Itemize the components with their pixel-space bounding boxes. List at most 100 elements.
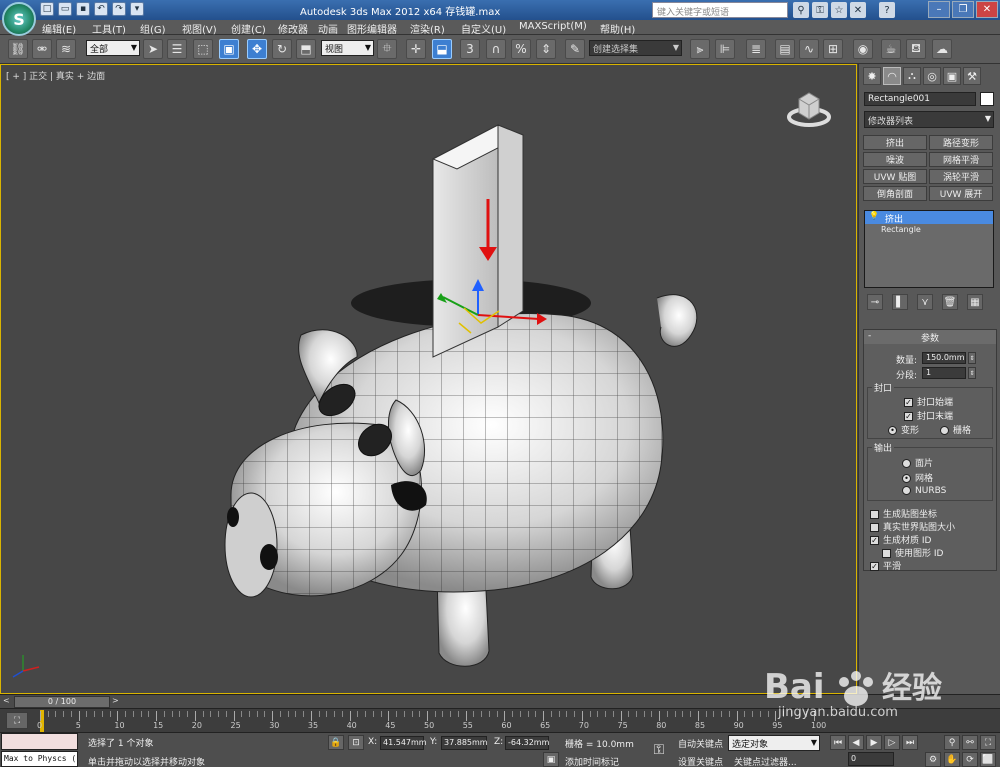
- next-key-icon[interactable]: ▷: [884, 735, 900, 750]
- menu-create[interactable]: 创建(C): [231, 21, 266, 36]
- ribbon-icon[interactable]: ▤: [775, 39, 795, 59]
- gen-map-coords-checkbox[interactable]: 生成贴图坐标: [870, 507, 937, 520]
- mesh-radio[interactable]: • 网格: [902, 471, 933, 484]
- hierarchy-tab-icon[interactable]: ⛬: [903, 67, 921, 85]
- key-icon[interactable]: ⚿: [812, 2, 828, 18]
- binoculars-icon[interactable]: ⚲: [793, 2, 809, 18]
- search-input[interactable]: 键入关键字或短语: [652, 2, 788, 18]
- menu-graph-editors[interactable]: 图形编辑器: [347, 21, 397, 36]
- grid-radio[interactable]: 栅格: [940, 423, 971, 436]
- spinner-snap-icon[interactable]: ⇕: [536, 39, 556, 59]
- orbit-icon[interactable]: ⟳: [962, 752, 978, 767]
- prev-key-icon[interactable]: ◀: [848, 735, 864, 750]
- app-logo-icon[interactable]: S: [2, 2, 36, 36]
- time-config-icon[interactable]: ⚙: [925, 752, 941, 767]
- pin-stack-icon[interactable]: ⊸: [867, 294, 883, 310]
- align-icon[interactable]: ⊫: [715, 39, 735, 59]
- goto-start-icon[interactable]: ⏮: [830, 735, 846, 750]
- mod-button-extrude[interactable]: 挤出: [863, 135, 927, 150]
- render-production-icon[interactable]: ☁: [932, 39, 952, 59]
- menu-help[interactable]: 帮助(H): [600, 21, 635, 36]
- stack-item-rectangle[interactable]: Rectangle: [865, 224, 993, 236]
- time-slider[interactable]: < 0 / 100 >: [0, 694, 1000, 708]
- maxscript-listener-top[interactable]: [1, 733, 78, 750]
- manipulate-icon[interactable]: ✛: [406, 39, 426, 59]
- key-filters-button[interactable]: 关键点过滤器...: [734, 755, 797, 767]
- morph-radio[interactable]: • 变形: [888, 423, 919, 436]
- amount-spinner-arrows[interactable]: ⇕: [968, 352, 976, 364]
- tools-icon[interactable]: ✕: [850, 2, 866, 18]
- cap-end-checkbox[interactable]: ✓ 封口末端: [904, 409, 953, 422]
- snap-3d-icon[interactable]: 3: [460, 39, 480, 59]
- object-color-swatch[interactable]: [980, 92, 994, 106]
- select-by-name-icon[interactable]: ☰: [167, 39, 187, 59]
- material-editor-icon[interactable]: ◉: [853, 39, 873, 59]
- set-key-icon[interactable]: ⚿: [648, 741, 670, 759]
- select-move-icon[interactable]: ✥: [247, 39, 267, 59]
- ref-coord-dropdown[interactable]: 视图: [321, 40, 374, 56]
- mod-button-unwrap-uvw[interactable]: UVW 展开: [929, 186, 993, 201]
- menu-tools[interactable]: 工具(T): [92, 21, 126, 36]
- window-crossing-icon[interactable]: ▣: [219, 39, 239, 59]
- gen-mat-ids-checkbox[interactable]: ✓ 生成材质 ID: [870, 533, 931, 546]
- track-bar[interactable]: ⛶ 0 5 10 15 20 25 30 35 40 45 50 55 60 65 70 75 80 85 90 95…: [0, 708, 1000, 732]
- edit-named-sel-icon[interactable]: ✎: [565, 39, 585, 59]
- display-tab-icon[interactable]: ▣: [943, 67, 961, 85]
- show-end-result-icon[interactable]: ▌: [892, 294, 908, 310]
- scene-canvas[interactable]: [1, 65, 857, 694]
- motion-tab-icon[interactable]: ◎: [923, 67, 941, 85]
- mirror-icon[interactable]: ⫸: [690, 39, 710, 59]
- layer-manager-icon[interactable]: ≣: [746, 39, 766, 59]
- restore-button[interactable]: ❐: [952, 1, 974, 18]
- maximize-viewport-icon[interactable]: ⬜: [980, 752, 996, 767]
- mini-curve-editor-icon[interactable]: ⛶: [6, 712, 28, 729]
- rendered-frame-icon[interactable]: ⛾: [906, 39, 926, 59]
- select-scale-icon[interactable]: ⬒: [296, 39, 316, 59]
- set-key-button[interactable]: 设置关键点: [678, 755, 723, 767]
- stack-item-extrude[interactable]: 挤出: [865, 211, 993, 225]
- menu-animation[interactable]: 动画: [318, 21, 338, 36]
- menu-customize[interactable]: 自定义(U): [461, 21, 506, 36]
- keyboard-shortcut-icon[interactable]: ⬓: [432, 39, 452, 59]
- named-selection-dropdown[interactable]: 创建选择集: [589, 40, 682, 56]
- percent-snap-icon[interactable]: %: [511, 39, 531, 59]
- cap-start-checkbox[interactable]: ✓ 封口始端: [904, 395, 953, 408]
- segments-spinner[interactable]: 1: [922, 367, 966, 379]
- close-button[interactable]: ✕: [976, 1, 998, 18]
- make-unique-icon[interactable]: ⋎: [917, 294, 933, 310]
- angle-snap-icon[interactable]: ∩: [486, 39, 506, 59]
- z-coord-field[interactable]: -64.32mm: [505, 736, 549, 750]
- pivot-center-icon[interactable]: ⯐: [377, 39, 397, 59]
- pig-tail[interactable]: [656, 294, 698, 347]
- create-tab-icon[interactable]: ✸: [863, 67, 881, 85]
- rectangle001-side[interactable]: [497, 124, 524, 328]
- rect-selection-icon[interactable]: ⬚: [193, 39, 213, 59]
- nurbs-radio[interactable]: NURBS: [902, 486, 946, 496]
- modify-tab-icon[interactable]: ◠: [883, 67, 901, 85]
- time-slider-thumb[interactable]: 0 / 100: [14, 696, 110, 708]
- curve-editor-icon[interactable]: ∿: [799, 39, 819, 59]
- select-rotate-icon[interactable]: ↻: [272, 39, 292, 59]
- play-icon[interactable]: ▶: [866, 735, 882, 750]
- x-coord-field[interactable]: 41.547mm: [380, 736, 427, 750]
- modifier-list-dropdown[interactable]: 修改器列表: [864, 111, 994, 128]
- add-time-tag[interactable]: 添加时间标记: [565, 755, 619, 767]
- pan-icon[interactable]: ✋: [944, 752, 960, 767]
- mod-button-meshsmooth[interactable]: 网格平滑: [929, 152, 993, 167]
- star-icon[interactable]: ☆: [831, 2, 847, 18]
- remove-modifier-icon[interactable]: 🗑: [942, 294, 958, 310]
- minimize-button[interactable]: –: [928, 1, 950, 18]
- bind-spacewarp-icon[interactable]: ≋: [56, 39, 76, 59]
- mod-button-bevel-profile[interactable]: 倒角剖面: [863, 186, 927, 201]
- menu-group[interactable]: 组(G): [140, 21, 166, 36]
- link-icon[interactable]: ⛓: [8, 39, 28, 59]
- menu-views[interactable]: 视图(V): [182, 21, 217, 36]
- absolute-mode-icon[interactable]: ⊡: [348, 735, 364, 750]
- help-icon[interactable]: ?: [879, 2, 895, 18]
- dropdown-icon[interactable]: ▾: [130, 2, 144, 16]
- zoom-icon[interactable]: ⚲: [944, 735, 960, 750]
- real-world-map-checkbox[interactable]: 真实世界贴图大小: [870, 520, 955, 533]
- menu-rendering[interactable]: 渲染(R): [410, 21, 445, 36]
- current-frame-field[interactable]: 0: [848, 752, 894, 766]
- open-file-icon[interactable]: ▭: [58, 2, 72, 16]
